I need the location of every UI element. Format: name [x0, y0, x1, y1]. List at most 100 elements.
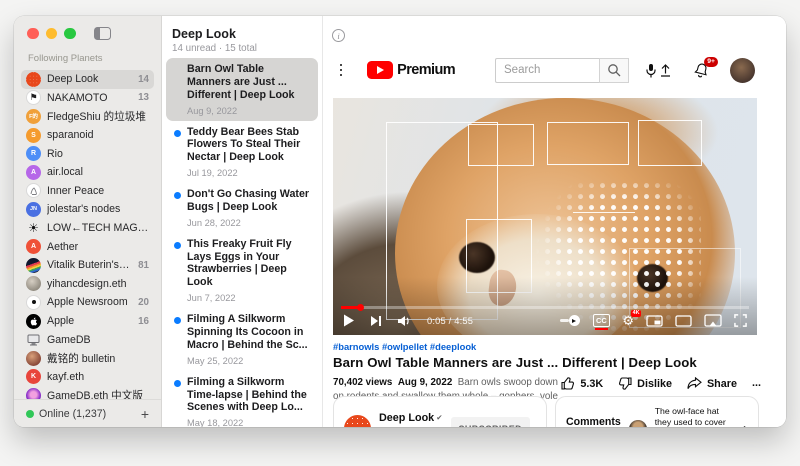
search-icon [607, 63, 621, 77]
sidebar-item-gamedb[interactable]: GameDB [21, 330, 154, 349]
play-icon[interactable] [343, 314, 355, 327]
article-row[interactable]: Don't Go Chasing Water Bugs | Deep Look … [166, 183, 318, 233]
video-player[interactable]: 0:05 / 4:55 CC ⚙ 4K [333, 98, 757, 335]
app-window: Following Planets Deep Look 14 ⚑ NAKAMOT… [14, 16, 786, 427]
hamburger-menu-icon[interactable] [340, 64, 342, 76]
channel-card[interactable]: Deep Look ✔ 1.99M subscribers SUBSCRIBED [333, 396, 547, 427]
chevron-right-icon[interactable]: › [743, 421, 748, 427]
sidebar-item-deep-look[interactable]: Deep Look 14 [21, 70, 154, 89]
unread-dot [174, 317, 181, 324]
fullscreen-icon[interactable] [734, 314, 747, 327]
toggle-sidebar-icon[interactable] [94, 27, 111, 40]
subscribed-button[interactable]: SUBSCRIBED [451, 417, 531, 427]
article-row[interactable]: This Freaky Fruit Fly Lays Eggs in Your … [166, 233, 318, 308]
sidebar-item-nakamoto[interactable]: ⚑ NAKAMOTO 13 [21, 89, 154, 108]
sidebar-item-aether[interactable]: A Aether [21, 237, 154, 256]
profile-avatar[interactable] [730, 58, 755, 83]
sidebar-item-rio[interactable]: R Rio [21, 144, 154, 163]
notifications-button[interactable]: 9+ [694, 62, 709, 78]
sidebar-item-jolestar[interactable]: JN jolestar's nodes [21, 200, 154, 219]
feed-unread-summary: 14 unread · 15 total [162, 41, 322, 58]
sidebar-section-header: Following Planets [28, 53, 161, 64]
reader-content: i Premium [323, 16, 786, 427]
minimize-window-button[interactable] [46, 28, 58, 40]
upload-icon [658, 63, 673, 78]
sidebar-item-apple[interactable]: Apple 16 [21, 312, 154, 331]
article-list: Deep Look 14 unread · 15 total Barn Owl … [162, 16, 323, 427]
dislike-button[interactable]: Dislike [618, 377, 672, 390]
channel-name[interactable]: Deep Look [379, 412, 434, 424]
search-bar [495, 58, 629, 83]
next-icon[interactable] [370, 315, 382, 327]
captions-button[interactable]: CC [593, 314, 611, 327]
air-local-feed-icon: A [26, 165, 41, 180]
settings-button[interactable]: ⚙ 4K [622, 314, 634, 327]
search-input[interactable] [495, 58, 599, 83]
share-button[interactable]: Share [687, 377, 737, 390]
progress-bar[interactable] [341, 306, 749, 309]
close-window-button[interactable] [27, 28, 39, 40]
online-status-icon [26, 410, 34, 418]
sparanoid-feed-icon: S [26, 128, 41, 143]
publish-date: Aug 9, 2022 [398, 377, 452, 388]
autoplay-toggle[interactable] [560, 315, 581, 326]
sidebar-item-kayf[interactable]: K kayf.eth [21, 368, 154, 387]
deep-look-feed-icon [26, 72, 41, 87]
apple-newsroom-feed-icon [26, 295, 41, 310]
share-icon [687, 377, 702, 390]
sidebar-footer: Online (1,237) + [14, 399, 161, 427]
like-button[interactable]: 5.3K [561, 377, 603, 390]
youtube-header: Premium 9+ [323, 54, 772, 86]
article-row[interactable]: Teddy Bear Bees Stab Flowers To Steal Th… [166, 121, 318, 184]
article-row[interactable]: Filming a Silkworm Time-lapse | Behind t… [166, 371, 318, 427]
unread-badge: 16 [138, 316, 149, 327]
apple-icon [26, 314, 41, 329]
view-count: 70,402 views [333, 377, 392, 388]
gamedb-cn-feed-icon [26, 388, 41, 399]
miniplayer-icon[interactable] [646, 315, 663, 327]
feed-title: Deep Look [162, 27, 322, 41]
article-row[interactable]: Barn Owl Table Manners are Just ... Diff… [166, 58, 318, 121]
hashtag-links[interactable]: #barnowls #owlpellet #deeplook [333, 341, 761, 352]
zoom-window-button[interactable] [64, 28, 76, 40]
article-row[interactable]: Filming A Silkworm Spinning Its Cocoon i… [166, 308, 318, 371]
rio-feed-icon: R [26, 146, 41, 161]
sidebar-item-vitalik[interactable]: Vitalik Buterin's we... 81 [21, 256, 154, 275]
player-controls: 0:05 / 4:55 CC ⚙ 4K [343, 310, 747, 331]
computer-icon [26, 332, 41, 347]
search-button[interactable] [599, 58, 629, 83]
info-icon[interactable]: i [332, 29, 345, 42]
more-actions-button[interactable]: ... [752, 377, 761, 389]
comment-preview: The owl-face hat they used to cover the … [655, 406, 735, 427]
channel-avatar[interactable] [344, 415, 371, 427]
sidebar: Following Planets Deep Look 14 ⚑ NAKAMOT… [14, 16, 162, 427]
fledgeshiu-feed-icon: F的 [26, 109, 41, 124]
sidebar-item-air-local[interactable]: A air.local [21, 163, 154, 182]
add-planet-button[interactable]: + [141, 406, 149, 422]
sidebar-item-lowtech[interactable]: ☀ LOW←TECH MAGAZINE [21, 219, 154, 238]
comments-card[interactable]: Comments 353 The owl-face hat they used … [555, 396, 759, 427]
volume-icon[interactable] [397, 315, 412, 327]
upload-button[interactable] [658, 63, 673, 78]
theater-mode-icon[interactable] [675, 315, 692, 327]
sidebar-item-yihancdesign[interactable]: yihancdesign.eth [21, 275, 154, 294]
verified-badge-icon: ✔ [436, 413, 442, 422]
graphic-overlay-rect [547, 122, 629, 165]
sidebar-item-inner-peace[interactable]: Inner Peace [21, 182, 154, 201]
cast-icon[interactable] [704, 314, 722, 327]
sidebar-item-fledgeshiu[interactable]: F的 FledgeShiu 的垃圾堆 [21, 107, 154, 126]
kayf-feed-icon: K [26, 369, 41, 384]
sidebar-item-sparanoid[interactable]: S sparanoid [21, 126, 154, 145]
unread-badge: 20 [138, 297, 149, 308]
quality-badge: 4K [631, 310, 641, 317]
unread-badge: 81 [138, 260, 149, 271]
youtube-premium-logo[interactable]: Premium [367, 61, 455, 79]
sidebar-item-gamedb-cn[interactable]: GameDB.eth 中文版 [21, 386, 154, 399]
sidebar-item-daiming-bulletin[interactable]: 戴铭的 bulletin [21, 349, 154, 368]
sidebar-item-apple-newsroom[interactable]: Apple Newsroom 20 [21, 293, 154, 312]
vitalik-feed-icon [26, 258, 41, 273]
progress-fill [341, 306, 361, 309]
graphic-overlay-rect [638, 120, 702, 166]
voice-search-button[interactable] [644, 63, 658, 78]
jolestar-feed-icon: JN [26, 202, 41, 217]
